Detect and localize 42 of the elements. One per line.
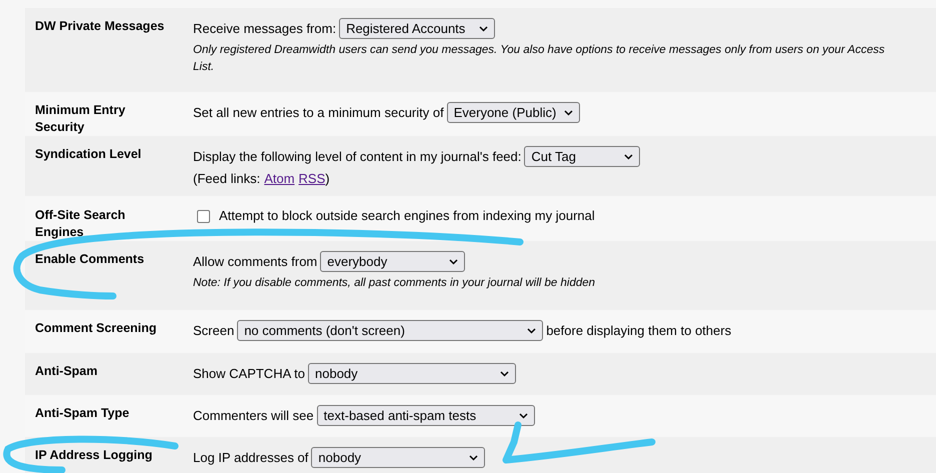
setting-label: Enable Comments xyxy=(35,251,144,268)
setting-label: Anti-Spam Type xyxy=(35,405,130,422)
setting-prompt: Show CAPTCHA to xyxy=(193,364,305,382)
chevron-icon xyxy=(500,370,509,376)
dropdown[interactable]: Registered Accounts xyxy=(339,18,496,39)
dropdown[interactable]: Cut Tag xyxy=(524,146,640,167)
checkbox[interactable] xyxy=(197,210,210,222)
setting-label: Minimum Entry Security xyxy=(35,102,126,136)
setting-label: Comment Screening xyxy=(35,320,157,337)
chevron-icon xyxy=(479,26,488,32)
setting-prompt: Log IP addresses of xyxy=(193,448,308,466)
setting-note: Only registered Dreamwidth users can send you messages. You also have options to receive messages only from users on your Access List. xyxy=(193,43,886,75)
chevron-icon xyxy=(624,154,634,160)
setting-prompt: Set all new entries to a minimum security of xyxy=(193,104,444,122)
dropdown[interactable]: nobody xyxy=(308,363,516,384)
dropdown[interactable]: everybody xyxy=(320,251,466,272)
feed-link[interactable]: RSS xyxy=(298,170,326,188)
feed-link[interactable]: Atom xyxy=(264,170,295,188)
setting-label: IP Address Logging xyxy=(35,447,152,464)
chevron-icon xyxy=(449,258,458,264)
setting-label: Off-Site Search Engines xyxy=(35,207,126,241)
dropdown[interactable]: text-based anti-spam tests xyxy=(316,405,535,426)
setting-prompt: Screen xyxy=(193,322,234,340)
setting-prompt: Receive messages from: xyxy=(193,20,336,38)
dropdown[interactable]: nobody xyxy=(311,447,486,468)
dropdown[interactable]: Everyone (Public) xyxy=(446,102,580,123)
setting-label: DW Private Messages xyxy=(35,18,164,35)
chevron-icon xyxy=(527,328,536,334)
chevron-icon xyxy=(518,412,528,418)
setting-label: Syndication Level xyxy=(35,146,142,163)
checkbox-label: Attempt to block outside search engines from indexing my journal xyxy=(219,207,595,225)
setting-note: Note: If you disable comments, all past comments in your journal will be hidden xyxy=(193,276,596,291)
chevron-icon xyxy=(564,110,573,116)
setting-prompt: Allow comments from xyxy=(193,252,318,270)
setting-label: Anti-Spam xyxy=(35,363,98,380)
setting-prompt: Display the following level of content in my journal's feed: xyxy=(193,148,522,166)
setting-prompt: Commenters will see xyxy=(193,406,314,424)
chevron-icon xyxy=(469,454,478,460)
feed-links-close: ) xyxy=(325,170,330,188)
setting-suffix: before displaying them to others xyxy=(546,322,732,340)
dropdown[interactable]: no comments (don't screen) xyxy=(237,320,544,341)
feed-links-label: (Feed links: xyxy=(193,170,260,188)
